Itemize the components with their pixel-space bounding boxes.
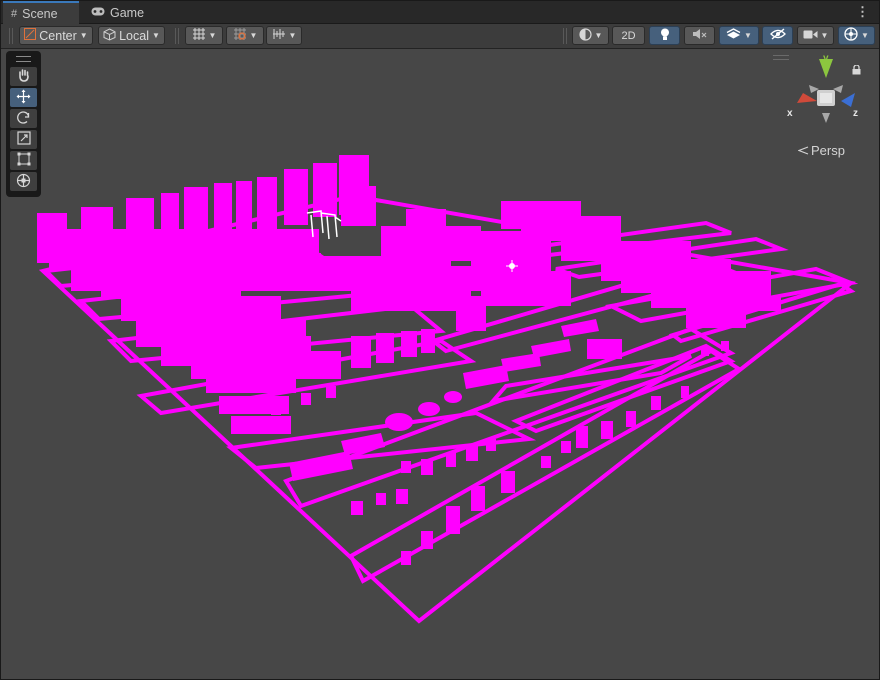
pivot-mode-dropdown[interactable]: Center ▼: [19, 26, 93, 45]
gamepad-icon: [91, 7, 105, 19]
audio-toggle[interactable]: [684, 26, 715, 45]
z-axis-cone: [841, 93, 855, 107]
eye-slash-icon: [769, 28, 786, 43]
scale-icon: [16, 131, 31, 148]
rect-tool-icon: [17, 152, 31, 169]
chevron-down-icon: ▼: [861, 31, 869, 40]
grid-icon: #: [11, 7, 18, 20]
scene-tools-overlay: [6, 51, 41, 197]
tab-game-label: Game: [110, 6, 145, 20]
gizmo-globe-icon: [844, 27, 858, 44]
tab-bar: # Scene Game ⋮: [1, 1, 879, 24]
chevron-down-icon: ▼: [79, 31, 88, 40]
projection-toggle[interactable]: Persp: [797, 143, 845, 158]
ruler-icon: [272, 27, 286, 44]
scene-toolbar: Center ▼ Local ▼ ▼ ▼ ▼ ▼ 2D ▼ ▼ ▼: [1, 24, 879, 49]
chevron-left-icon: [797, 143, 809, 158]
scale-tool-button[interactable]: [10, 130, 37, 149]
tab-scene-label: Scene: [22, 6, 58, 21]
rotate-icon: [16, 110, 31, 128]
rect-tool-button[interactable]: [10, 151, 37, 170]
pivot-center-icon: [24, 28, 37, 43]
move-icon: [16, 89, 31, 107]
chevron-down-icon: ▼: [820, 31, 829, 40]
scene-viewport[interactable]: [1, 49, 879, 679]
x-axis-label: x: [787, 108, 793, 119]
scene-window: # Scene Game ⋮ Center ▼ Local ▼ ▼ ▼ ▼ ▼ …: [0, 0, 880, 680]
rotate-tool-button[interactable]: [10, 109, 37, 128]
toolbar-grip[interactable]: [563, 28, 567, 44]
chevron-down-icon: ▼: [249, 31, 258, 40]
gizmos-dropdown[interactable]: ▼: [838, 26, 875, 45]
transform-icon: [16, 173, 31, 191]
chevron-down-icon: ▼: [744, 31, 752, 40]
chevron-down-icon: ▼: [594, 31, 603, 40]
toolbar-grip[interactable]: [9, 28, 13, 44]
pivot-rotation-dropdown[interactable]: Local ▼: [98, 26, 165, 45]
snap-grid-icon: [233, 27, 247, 44]
transform-tool-button[interactable]: [10, 172, 37, 191]
scene-render: [37, 155, 859, 624]
projection-label: Persp: [811, 143, 845, 158]
2d-mode-button[interactable]: 2D: [612, 26, 645, 45]
chevron-down-icon: ▼: [288, 31, 297, 40]
scene-visibility-toggle[interactable]: [762, 26, 793, 45]
toolbar-grip[interactable]: [175, 28, 179, 44]
y-axis-label: y: [823, 53, 829, 64]
snap-increment-dropdown[interactable]: ▼: [226, 26, 264, 45]
x-axis-cone: [797, 93, 817, 103]
chevron-down-icon: ▼: [151, 31, 160, 40]
pivot-rotation-label: Local: [119, 28, 149, 43]
tab-game[interactable]: Game: [83, 3, 152, 23]
local-cube-icon: [103, 27, 116, 44]
grid-snap-icon: [192, 27, 206, 44]
more-options-icon[interactable]: ⋮: [856, 4, 869, 20]
camera-icon: [803, 29, 818, 43]
2d-mode-label: 2D: [621, 29, 636, 42]
hand-icon: [17, 68, 31, 85]
effects-dropdown[interactable]: ▼: [719, 26, 759, 45]
shading-sphere-icon: [578, 27, 592, 44]
overlay-drag-handle[interactable]: [16, 56, 31, 62]
pivot-mode-label: Center: [39, 28, 77, 43]
lighting-toggle[interactable]: [649, 26, 680, 45]
hand-tool-button[interactable]: [10, 67, 37, 86]
camera-settings-dropdown[interactable]: ▼: [797, 26, 834, 45]
lightbulb-icon: [660, 28, 670, 44]
increment-snap-dropdown[interactable]: ▼: [266, 26, 302, 45]
chevron-down-icon: ▼: [208, 31, 217, 40]
audio-mute-icon: [692, 28, 707, 43]
z-axis-label: z: [853, 108, 858, 119]
tab-scene[interactable]: # Scene: [3, 1, 79, 24]
effects-layers-icon: [726, 28, 741, 43]
grid-visibility-dropdown[interactable]: ▼: [185, 26, 223, 45]
draw-mode-dropdown[interactable]: ▼: [572, 26, 609, 45]
move-tool-button[interactable]: [10, 88, 37, 107]
orientation-gizmo[interactable]: y x z: [781, 53, 871, 143]
